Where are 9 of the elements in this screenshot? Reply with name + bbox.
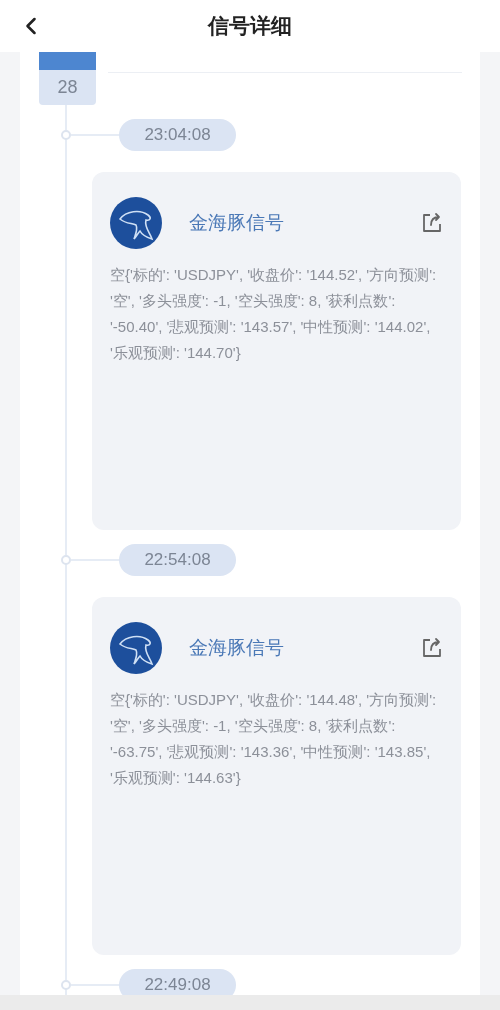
signal-source: 金海豚信号 bbox=[189, 210, 285, 235]
page-title: 信号详细 bbox=[208, 13, 292, 40]
signal-message: 空{'标的': 'USDJPY', '收盘价': '144.48', '方向预测': '空', '多头强度': -1, '空头强度': 8, '获利点数': '-63.75', '悲观预测': '143.36', '中性预测': '143.85', '乐观预测': '144.63'} bbox=[110, 690, 437, 788]
signal-source: 金海豚信号 bbox=[189, 635, 285, 660]
time-label: 22:49:08 bbox=[119, 969, 236, 995]
time-label: 22:54:08 bbox=[119, 544, 236, 576]
date-day: 28 bbox=[39, 70, 96, 105]
signal-message: 空{'标的': 'USDJPY', '收盘价': '144.52', '方向预测': '空', '多头强度': -1, '空头强度': 8, '获利点数': '-50.40', '悲观预测': '143.57', '中性预测': '144.02', '乐观预测': '144.70'} bbox=[110, 265, 437, 363]
time-label: 23:04:08 bbox=[119, 119, 236, 151]
